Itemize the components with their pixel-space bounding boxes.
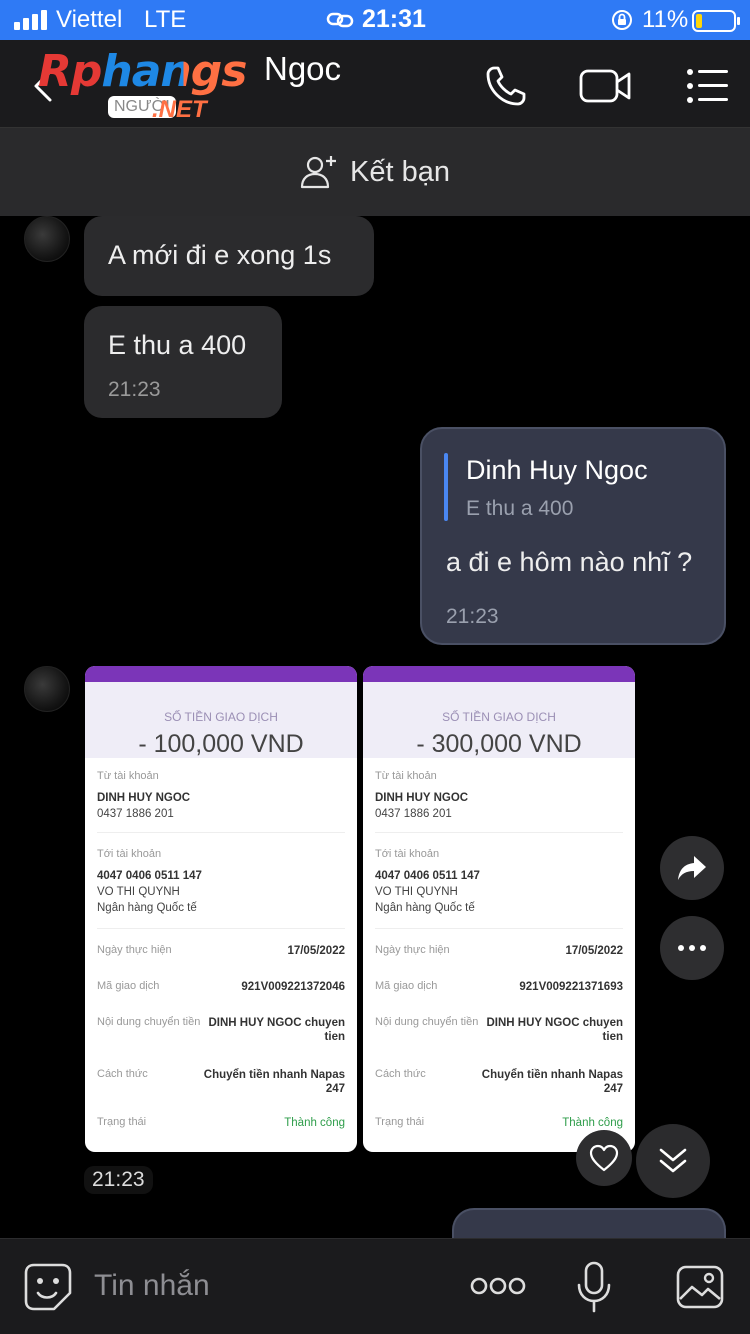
amount-value: - 100,000 VND <box>138 730 304 758</box>
status-bar: Viettel LTE 21:31 11% <box>0 0 750 40</box>
divider <box>97 928 345 929</box>
sticker-emoji-icon[interactable] <box>24 1263 72 1311</box>
contact-name[interactable]: Ngoc <box>264 50 341 88</box>
status-label: Trạng thái <box>97 1116 147 1128</box>
method-label: Cách thức <box>97 1068 148 1080</box>
date-value: 17/05/2022 <box>565 945 623 957</box>
code-label: Mã giao dịch <box>375 980 438 992</box>
to-label: Tới tài khoản <box>97 848 162 860</box>
message-time: 21:23 <box>84 1166 153 1194</box>
from-label: Từ tài khoản <box>375 770 437 782</box>
content-label: Nội dung chuyển tiền <box>97 1016 201 1028</box>
add-person-icon <box>300 156 336 189</box>
carrier-name: Viettel <box>56 6 123 33</box>
message-composer: Tin nhắn <box>0 1238 750 1334</box>
content-label: Nội dung chuyển tiền <box>375 1016 479 1028</box>
method-value: Chuyển tiền nhanh Napas 247 <box>203 1069 345 1095</box>
message-text: a đi e hôm nào nhĩ ? <box>446 547 693 577</box>
transfer-receipt-image[interactable]: SỐ TIỀN GIAO DỊCH - 300,000 VND Từ tài k… <box>363 666 635 1152</box>
content-value: DINH HUY NGOC chuyen tien <box>486 1017 623 1043</box>
message-sent[interactable]: Dinh Huy Ngoc E thu a 400 a đi e hôm nào… <box>420 427 726 645</box>
quote-author: Dinh Huy Ngoc <box>466 455 648 485</box>
message-text: A mới đi e xong 1s <box>108 240 332 270</box>
hotspot-link-icon <box>326 12 354 28</box>
amount-value: - 300,000 VND <box>416 730 582 758</box>
status-label: Trạng thái <box>375 1116 425 1128</box>
more-dots-icon <box>678 945 706 951</box>
add-friend-label: Kết bạn <box>350 155 450 188</box>
receipt-header-strip <box>85 666 357 682</box>
quote-accent-bar <box>444 453 448 521</box>
image-gallery-icon[interactable] <box>676 1265 724 1309</box>
from-account: 0437 1886 201 <box>97 808 174 820</box>
from-name: DINH HUY NGOC <box>375 792 469 804</box>
message-received[interactable]: A mới đi e xong 1s <box>84 216 374 296</box>
microphone-icon[interactable] <box>576 1261 612 1315</box>
signal-icon <box>14 10 47 30</box>
receipt-amount-panel: SỐ TIỀN GIAO DỊCH - 100,000 VND <box>85 682 357 758</box>
method-label: Cách thức <box>375 1068 426 1080</box>
network-type: LTE <box>144 6 187 33</box>
watermark-logo: Rphangs <box>38 46 247 97</box>
code-value: 921V009221372046 <box>241 981 345 993</box>
to-name: VO THI QUYNH <box>97 886 180 898</box>
from-account: 0437 1886 201 <box>375 808 452 820</box>
message-input[interactable]: Tin nhắn <box>94 1269 210 1303</box>
date-value: 17/05/2022 <box>287 945 345 957</box>
to-label: Tới tài khoản <box>375 848 440 860</box>
code-label: Mã giao dịch <box>97 980 160 992</box>
to-account: 4047 0406 0511 147 <box>97 870 202 882</box>
divider <box>375 928 623 929</box>
date-label: Ngày thực hiện <box>97 944 172 956</box>
more-options-button[interactable] <box>660 916 724 980</box>
react-heart-button[interactable] <box>576 1130 632 1186</box>
quote-text: E thu a 400 <box>466 497 574 520</box>
content-value: DINH HUY NGOC chuyen tien <box>208 1017 345 1043</box>
message-received[interactable]: E thu a 400 21:23 <box>84 306 282 418</box>
message-time: 21:23 <box>108 378 161 401</box>
double-chevron-down-icon <box>659 1148 687 1173</box>
message-text: E thu a 400 <box>108 330 247 360</box>
code-value: 921V009221371693 <box>519 981 623 993</box>
video-call-icon[interactable] <box>578 62 632 110</box>
more-actions-icon[interactable] <box>470 1275 526 1297</box>
to-account: 4047 0406 0511 147 <box>375 870 480 882</box>
share-arrow-icon <box>678 856 706 880</box>
battery-icon <box>692 10 740 32</box>
forward-button[interactable] <box>660 836 724 900</box>
method-value: Chuyển tiền nhanh Napas 247 <box>481 1069 623 1095</box>
transfer-receipt-image[interactable]: SỐ TIỀN GIAO DỊCH - 100,000 VND Từ tài k… <box>85 666 357 1152</box>
divider <box>375 832 623 833</box>
chat-header: Rphangs NGƯỜI .NET Ngoc <box>0 40 750 128</box>
battery-percent: 11% <box>642 6 689 33</box>
add-friend-button[interactable]: Kết bạn <box>0 128 750 216</box>
amount-label: SỐ TIỀN GIAO DỊCH <box>164 710 278 724</box>
phone-call-icon[interactable] <box>482 62 530 110</box>
scroll-to-bottom-button[interactable] <box>636 1124 710 1198</box>
contact-avatar[interactable] <box>24 666 70 712</box>
battery-fill <box>696 14 702 28</box>
from-label: Từ tài khoản <box>97 770 159 782</box>
watermark-net: .NET <box>152 96 207 123</box>
from-name: DINH HUY NGOC <box>97 792 191 804</box>
message-time: 21:23 <box>446 605 499 628</box>
date-label: Ngày thực hiện <box>375 944 450 956</box>
divider <box>97 832 345 833</box>
clock: 21:31 <box>362 5 426 33</box>
receipt-header-strip <box>363 666 635 682</box>
to-bank: Ngân hàng Quốc tế <box>375 902 475 914</box>
heart-icon <box>589 1144 619 1172</box>
status-value: Thành công <box>562 1117 623 1129</box>
to-name: VO THI QUYNH <box>375 886 458 898</box>
receipt-amount-panel: SỐ TIỀN GIAO DỊCH - 300,000 VND <box>363 682 635 758</box>
contact-avatar[interactable] <box>24 216 70 262</box>
status-value: Thành công <box>284 1117 345 1129</box>
amount-label: SỐ TIỀN GIAO DỊCH <box>442 710 556 724</box>
orientation-lock-icon <box>612 10 632 30</box>
menu-list-icon[interactable] <box>684 62 732 110</box>
to-bank: Ngân hàng Quốc tế <box>97 902 197 914</box>
